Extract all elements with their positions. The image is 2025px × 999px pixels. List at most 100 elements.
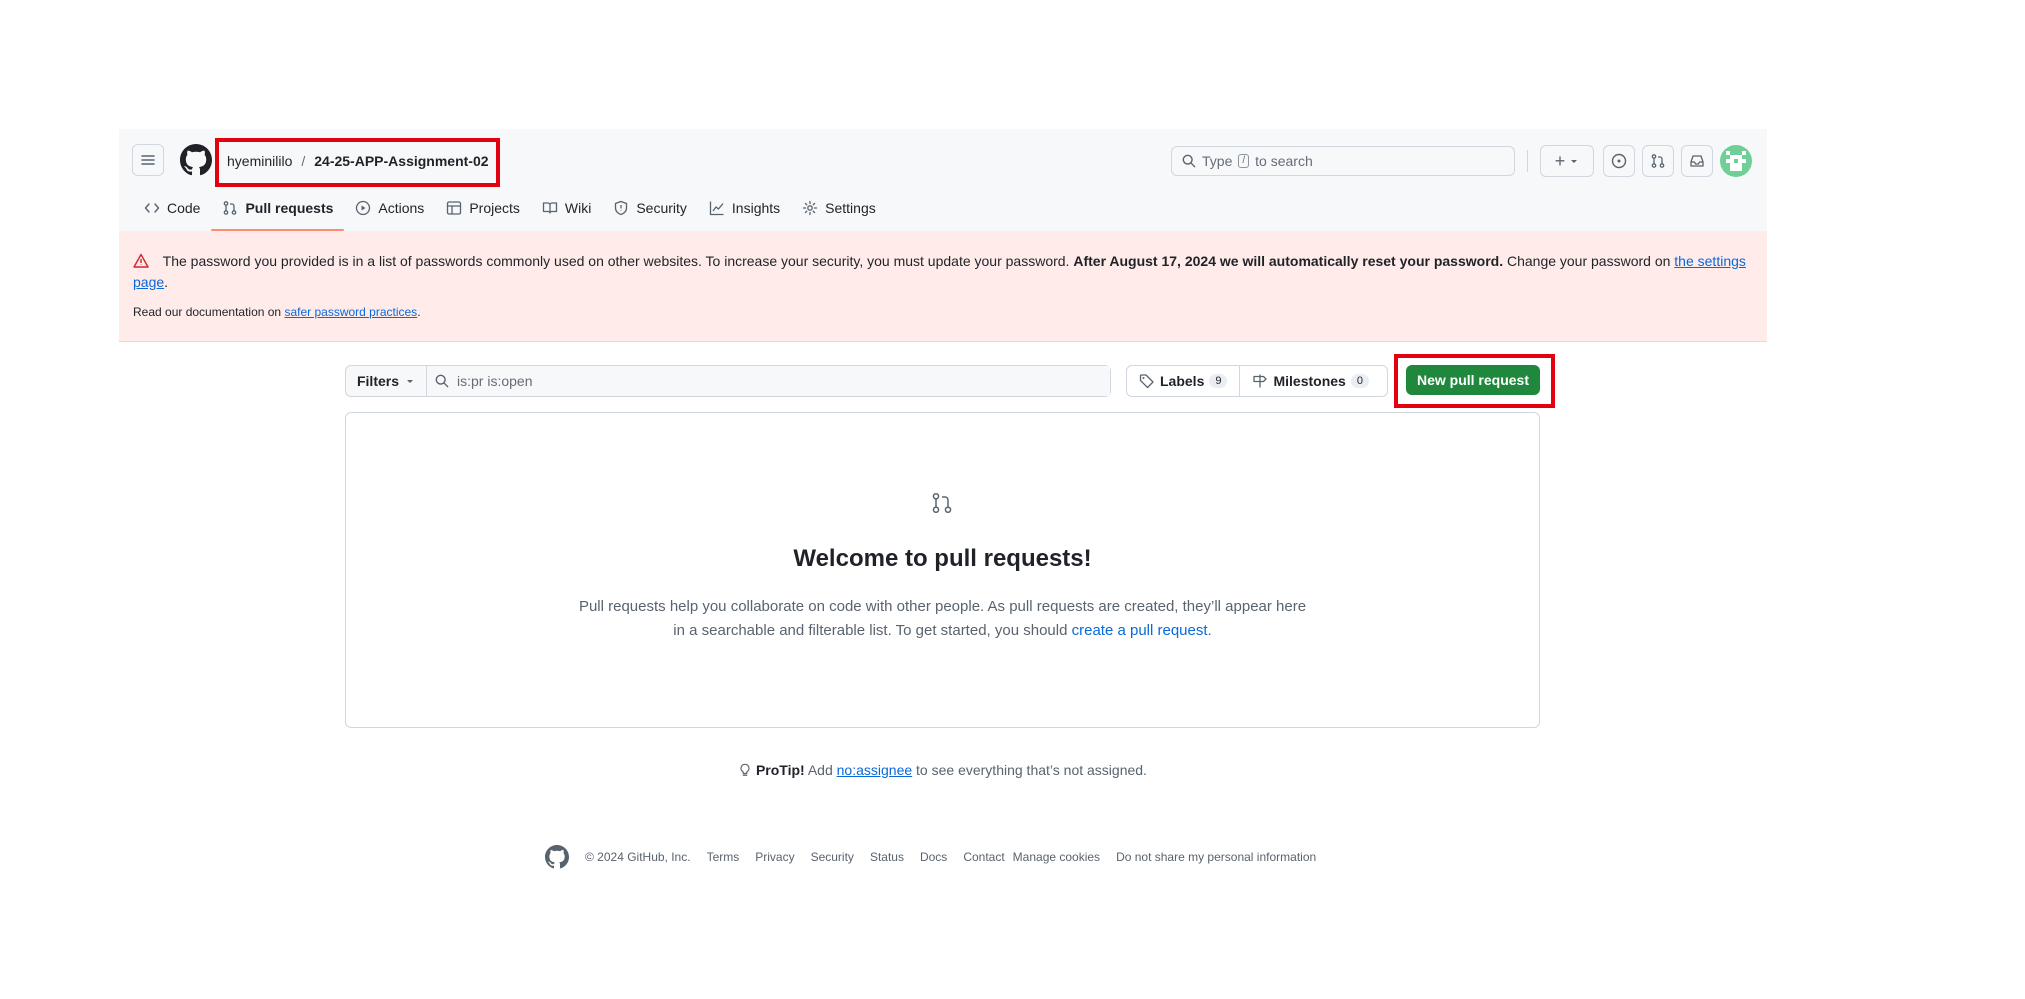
- annotation-box-new-pr: [1394, 354, 1555, 408]
- code-icon: [144, 203, 160, 213]
- filters-bar: Filters is:pr is:open: [345, 365, 1111, 397]
- footer-copyright: © 2024 GitHub, Inc.: [585, 850, 691, 864]
- tab-label: Projects: [469, 200, 520, 216]
- blankslate-line-2-suffix: .: [1207, 622, 1212, 639]
- alert-icon: [133, 253, 149, 268]
- tab-label: Code: [167, 200, 201, 216]
- footer-link-security[interactable]: Security: [811, 850, 854, 864]
- tab-projects[interactable]: Projects: [435, 193, 531, 223]
- protip: ProTip! Add no:assignee to see everythin…: [0, 762, 1885, 778]
- footer-link-manage-cookies[interactable]: Manage cookies: [1013, 850, 1100, 864]
- pull-request-icon: [1651, 154, 1665, 168]
- inbox-icon: [1690, 155, 1704, 167]
- footer-link-do-not-share[interactable]: Do not share my personal information: [1116, 850, 1316, 864]
- chevron-down-icon: [1571, 160, 1578, 163]
- protip-suffix: to see everything that’s not assigned.: [916, 762, 1147, 778]
- tab-label: Insights: [731, 200, 781, 216]
- shield-icon: [615, 200, 628, 216]
- labels-label: Labels: [1160, 373, 1205, 389]
- footer-link-terms[interactable]: Terms: [707, 850, 740, 864]
- footer-link-privacy[interactable]: Privacy: [755, 850, 794, 864]
- menu-button[interactable]: [132, 144, 164, 176]
- create-new-button[interactable]: +: [1540, 145, 1594, 177]
- tab-actions[interactable]: Actions: [344, 193, 435, 223]
- safer-password-link[interactable]: safer password practices: [284, 305, 417, 319]
- table-icon: [447, 201, 462, 215]
- lightbulb-icon: [740, 763, 750, 776]
- annotation-box-repo: [215, 138, 500, 187]
- create-pull-request-link[interactable]: create a pull request: [1072, 622, 1208, 639]
- milestones-button[interactable]: Milestones 0: [1239, 366, 1380, 396]
- footer-link-contact[interactable]: Contact: [963, 850, 1004, 864]
- repo-header: hyemini​lilo / 24-25-APP-Assignment-02 T…: [119, 129, 1767, 232]
- issue-opened-icon: [1611, 153, 1627, 169]
- tag-icon: [1139, 374, 1154, 389]
- chevron-down-icon: [407, 380, 413, 383]
- github-logo-icon[interactable]: [180, 144, 212, 176]
- blankslate: Welcome to pull requests! Pull requests …: [345, 412, 1540, 728]
- footer-link-docs[interactable]: Docs: [920, 850, 947, 864]
- search-input[interactable]: Type / to search: [1171, 146, 1515, 176]
- protip-label: ProTip!: [755, 762, 805, 778]
- filters-label: Filters: [356, 373, 399, 389]
- tab-label: Security: [636, 200, 687, 216]
- filters-button[interactable]: Filters: [346, 366, 427, 396]
- doc-prefix: Read our documentation on: [133, 305, 282, 319]
- warning-bold-text: After August 17, 2024 we will automatica…: [1073, 253, 1504, 269]
- identicon-icon: [1726, 151, 1746, 171]
- tab-label: Settings: [825, 200, 876, 216]
- password-warning-banner: The password you provided is in a list o…: [119, 231, 1767, 342]
- book-icon: [542, 202, 558, 214]
- blankslate-line-2-prefix: in a searchable and filterable list. To …: [673, 622, 1068, 639]
- pull-request-icon: [224, 201, 237, 215]
- pull-requests-button[interactable]: [1642, 145, 1674, 177]
- milestone-icon: [1253, 374, 1268, 388]
- tab-settings[interactable]: Settings: [791, 193, 887, 223]
- warning-text: The password you provided is in a list o…: [162, 253, 1070, 269]
- repo-tabs: Code Pull requests Actions Projects Wiki…: [133, 193, 887, 231]
- search-icon: [435, 374, 449, 388]
- issues-button[interactable]: [1603, 145, 1635, 177]
- tab-wiki[interactable]: Wiki: [531, 193, 602, 223]
- play-icon: [356, 200, 371, 216]
- tab-label: Wiki: [564, 200, 592, 216]
- tab-security[interactable]: Security: [602, 193, 698, 223]
- search-icon: [1182, 154, 1196, 168]
- plus-icon: +: [1554, 150, 1566, 171]
- tab-insights[interactable]: Insights: [698, 193, 791, 223]
- pr-search-value: is:pr is:open: [457, 373, 533, 389]
- no-assignee-link[interactable]: no:assignee: [837, 762, 913, 778]
- github-logo-icon[interactable]: [545, 845, 569, 869]
- milestones-label: Milestones: [1273, 373, 1346, 389]
- protip-prefix: Add: [807, 762, 833, 778]
- labels-button[interactable]: Labels 9: [1127, 366, 1239, 396]
- warning-message: The password you provided is in a list o…: [133, 251, 1753, 293]
- pull-request-icon: [932, 492, 952, 514]
- documentation-note: Read our documentation on safer password…: [133, 305, 421, 319]
- blankslate-line-2: in a searchable and filterable list. To …: [346, 619, 1539, 643]
- tab-code[interactable]: Code: [133, 193, 211, 223]
- divider: [1527, 150, 1528, 172]
- gear-icon: [803, 200, 818, 216]
- search-label-type: Type: [1202, 153, 1233, 169]
- hamburger-icon: [141, 155, 155, 165]
- pr-search-input[interactable]: is:pr is:open: [427, 366, 1110, 396]
- inbox-button[interactable]: [1681, 145, 1713, 177]
- footer-link-status[interactable]: Status: [870, 850, 904, 864]
- doc-suffix: .: [417, 305, 421, 319]
- blankslate-line-1: Pull requests help you collaborate on co…: [578, 598, 1307, 615]
- graph-icon: [709, 201, 724, 216]
- tab-label: Actions: [378, 200, 425, 216]
- warning-text-2: Change your password on: [1506, 253, 1671, 269]
- blankslate-description: Pull requests help you collaborate on co…: [346, 595, 1539, 643]
- search-shortcut-key: /: [1238, 154, 1250, 168]
- avatar[interactable]: [1720, 145, 1752, 177]
- labels-count: 9: [1209, 374, 1228, 388]
- labels-milestones-group: Labels 9 Milestones 0: [1126, 365, 1388, 397]
- milestones-count: 0: [1350, 374, 1369, 388]
- footer: © 2024 GitHub, Inc. Terms Privacy Securi…: [545, 845, 1316, 869]
- tab-label: Pull requests: [245, 200, 334, 216]
- warning-period: .: [164, 274, 169, 290]
- tab-pull-requests[interactable]: Pull requests: [211, 193, 345, 231]
- search-label-rest: to search: [1255, 153, 1313, 169]
